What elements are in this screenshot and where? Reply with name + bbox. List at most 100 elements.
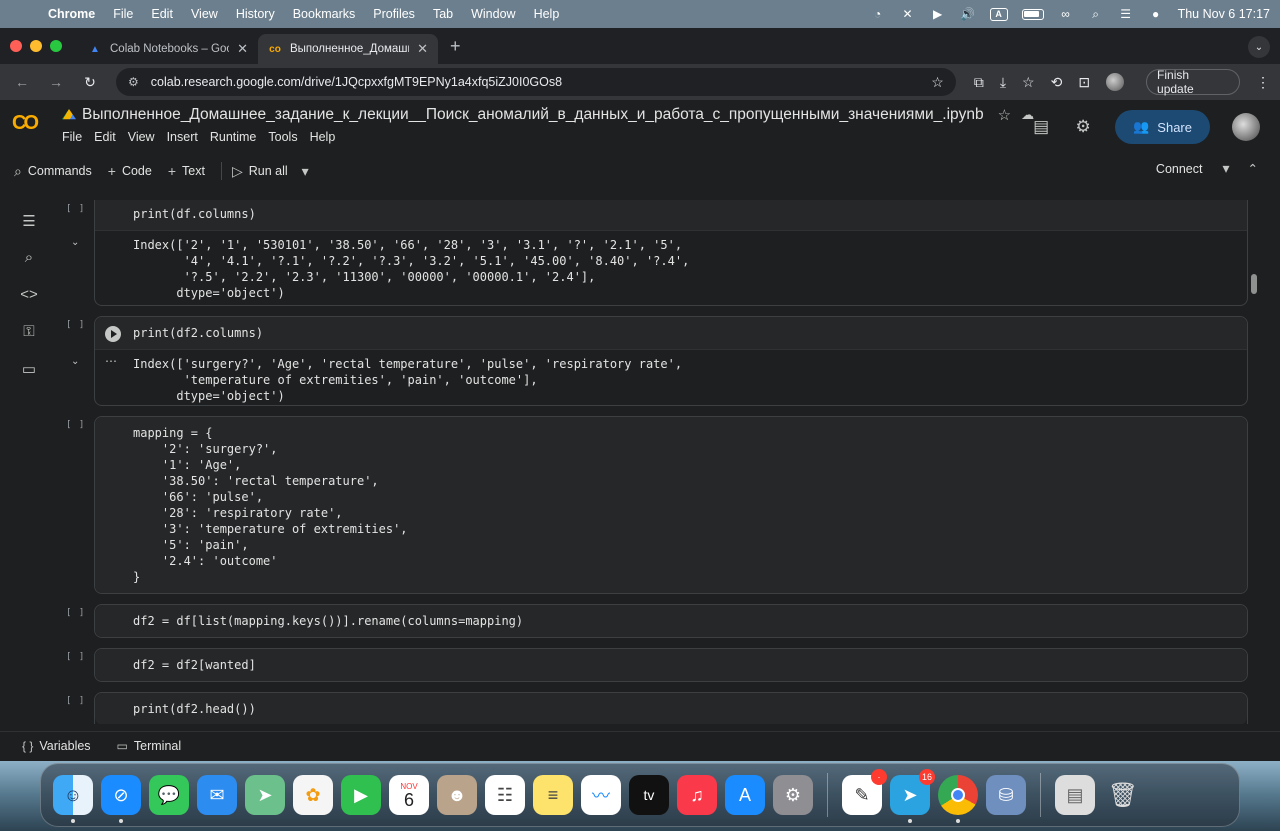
reload-icon[interactable]: ↻ [78, 74, 102, 91]
history-icon[interactable]: ⟲ [1051, 74, 1063, 91]
freeform-icon[interactable]: 〰 [581, 775, 621, 815]
run-cell-button[interactable] [105, 326, 121, 342]
cell-code[interactable]: mapping = { '2': 'surgery?', '1': 'Age',… [95, 417, 1247, 593]
url-text[interactable]: colab.research.google.com/drive/1JQcpxxf… [151, 75, 562, 89]
more-menu-icon[interactable]: ⋮ [1256, 74, 1270, 91]
search-icon[interactable]: ⌕ [1088, 7, 1104, 21]
notebook-scrollbar[interactable] [1251, 274, 1257, 294]
new-tab-button[interactable]: + [450, 36, 461, 57]
apple-tv-icon[interactable]: tv [629, 775, 669, 815]
volume-icon[interactable]: 🔊 [960, 7, 976, 21]
music-icon[interactable]: ♫ [677, 775, 717, 815]
safari-icon[interactable]: ⊘ [101, 775, 141, 823]
mail-icon[interactable]: ✉ [197, 775, 237, 815]
reminders-icon[interactable]: ☷ [485, 775, 525, 815]
clock[interactable]: Thu Nov 6 17:17 [1178, 7, 1270, 21]
dnd-icon[interactable]: ✕ [900, 7, 916, 21]
chevron-down-icon[interactable]: ▾ [302, 163, 309, 180]
cell-code[interactable]: df2 = df2[wanted] [95, 649, 1247, 681]
back-arrow-icon[interactable]: ← [10, 74, 34, 90]
address-bar[interactable]: ⚙ colab.research.google.com/drive/1JQcpx… [116, 68, 956, 96]
table-of-contents-icon[interactable]: ☰ [0, 202, 58, 239]
control-center-icon[interactable]: ☰ [1118, 7, 1134, 21]
cell-editor[interactable]: print(df2.columns) [95, 317, 1247, 350]
collapse-output-chevron-icon[interactable]: ⌄ [71, 356, 79, 367]
terminal-button[interactable]: ▭ Terminal [117, 739, 182, 753]
close-window-button[interactable] [10, 40, 22, 52]
colab-logo[interactable]: CO [12, 112, 39, 135]
input-source-icon[interactable]: A [989, 7, 1008, 21]
settings-gear-icon[interactable]: ⚙ [1073, 117, 1093, 137]
cell-editor[interactable]: df2 = df[list(mapping.keys())].rename(co… [95, 605, 1247, 637]
bookmarks-icon[interactable]: ☆ [1022, 74, 1035, 91]
zoom-window-button[interactable] [50, 40, 62, 52]
find-replace-icon[interactable]: ⌕ [0, 239, 58, 276]
output-actions-icon[interactable]: ⋯ [105, 354, 117, 368]
menu-bookmarks[interactable]: Bookmarks [293, 7, 356, 21]
minimize-window-button[interactable] [30, 40, 42, 52]
cell-editor[interactable]: print(df.columns) [95, 200, 1247, 231]
menu-tab[interactable]: Tab [433, 7, 453, 21]
run-all-button[interactable]: ▷ Run all ▾ [232, 163, 309, 180]
account-avatar[interactable] [1232, 113, 1260, 141]
photos-icon[interactable]: ✿ [293, 775, 333, 815]
app-store-icon[interactable]: A [725, 775, 765, 815]
menu-help[interactable]: Help [534, 7, 560, 21]
notebook-title[interactable]: Выполненное_Домашнее_задание_к_лекции__П… [82, 106, 984, 124]
cell-code[interactable]: print(df2.columns) [95, 317, 1247, 349]
cell-code[interactable]: df2 = df[list(mapping.keys())].rename(co… [95, 605, 1247, 637]
documents-stack-icon[interactable]: ▤ [1055, 775, 1095, 815]
chevron-up-icon[interactable]: ⌃ [1248, 161, 1258, 176]
cell-code[interactable]: print(df.columns) [95, 200, 1247, 230]
share-button[interactable]: 👥 Share [1115, 110, 1210, 144]
telegram-icon[interactable]: ➤ 16 [890, 769, 935, 823]
menu-profiles[interactable]: Profiles [373, 7, 415, 21]
nb-menu-help[interactable]: Help [310, 130, 336, 144]
finish-update-button[interactable]: Finish update [1146, 68, 1241, 96]
add-text-button[interactable]: + Text [168, 163, 205, 179]
nb-menu-view[interactable]: View [128, 130, 155, 144]
forward-arrow-icon[interactable]: → [44, 74, 68, 90]
close-tab-icon[interactable]: ✕ [417, 41, 428, 57]
variables-button[interactable]: { } Variables [22, 739, 91, 753]
contacts-icon[interactable]: ☻ [437, 775, 477, 815]
menu-app-name[interactable]: Chrome [48, 7, 95, 21]
notes-icon[interactable]: ≡ [533, 775, 573, 815]
files-folder-icon[interactable]: ▭ [0, 350, 58, 387]
cell-code[interactable]: print(df2.head()) [95, 693, 1247, 724]
nb-menu-runtime[interactable]: Runtime [210, 130, 257, 144]
nb-menu-edit[interactable]: Edit [94, 130, 116, 144]
battery-icon[interactable] [1021, 8, 1044, 20]
tab-colab-notebooks[interactable]: ▲ Colab Notebooks – Google Д ✕ [78, 34, 258, 64]
close-tab-icon[interactable]: ✕ [237, 41, 248, 57]
star-icon[interactable]: ☆ [998, 106, 1011, 124]
tab-search-chevron-icon[interactable]: ⌄ [1248, 36, 1270, 58]
cell-editor[interactable]: df2 = df2[wanted] [95, 649, 1247, 681]
calendar-icon[interactable]: NOV 6 [389, 775, 429, 815]
nb-menu-tools[interactable]: Tools [268, 130, 297, 144]
link-icon[interactable]: ∞ [1058, 7, 1074, 21]
facetime-icon[interactable]: ▶ [341, 775, 381, 815]
site-info-icon[interactable]: ⚙ [128, 75, 139, 89]
trash-icon[interactable]: 🗑 [1103, 775, 1143, 815]
quill-app-icon[interactable]: ✎ · [842, 769, 887, 815]
messages-icon[interactable]: 💬 [149, 775, 189, 815]
screenshot-icon[interactable]: ⊡ [1078, 74, 1090, 91]
tab-notebook[interactable]: co Выполненное_Домашнее_з ✕ [258, 34, 438, 64]
bookmark-star-icon[interactable]: ☆ [931, 74, 944, 91]
play-icon[interactable]: ▶ [930, 7, 946, 21]
connect-button[interactable]: Connect ▾ [1156, 160, 1230, 177]
siri-icon[interactable]: ● [1148, 7, 1164, 21]
chrome-icon[interactable] [938, 775, 978, 823]
download-icon[interactable]: ⤓ [1000, 74, 1006, 91]
menu-window[interactable]: Window [471, 7, 515, 21]
menu-history[interactable]: History [236, 7, 275, 21]
cell-editor[interactable]: print(df2.head()) [95, 693, 1247, 724]
secrets-key-icon[interactable]: ⚿ [0, 313, 58, 350]
system-settings-icon[interactable]: ⚙ [773, 775, 813, 815]
menu-edit[interactable]: Edit [151, 7, 173, 21]
profile-avatar[interactable] [1106, 73, 1125, 91]
jar-app-icon[interactable]: ⛁ [986, 775, 1026, 815]
add-code-button[interactable]: + Code [108, 163, 152, 179]
nb-menu-insert[interactable]: Insert [167, 130, 198, 144]
